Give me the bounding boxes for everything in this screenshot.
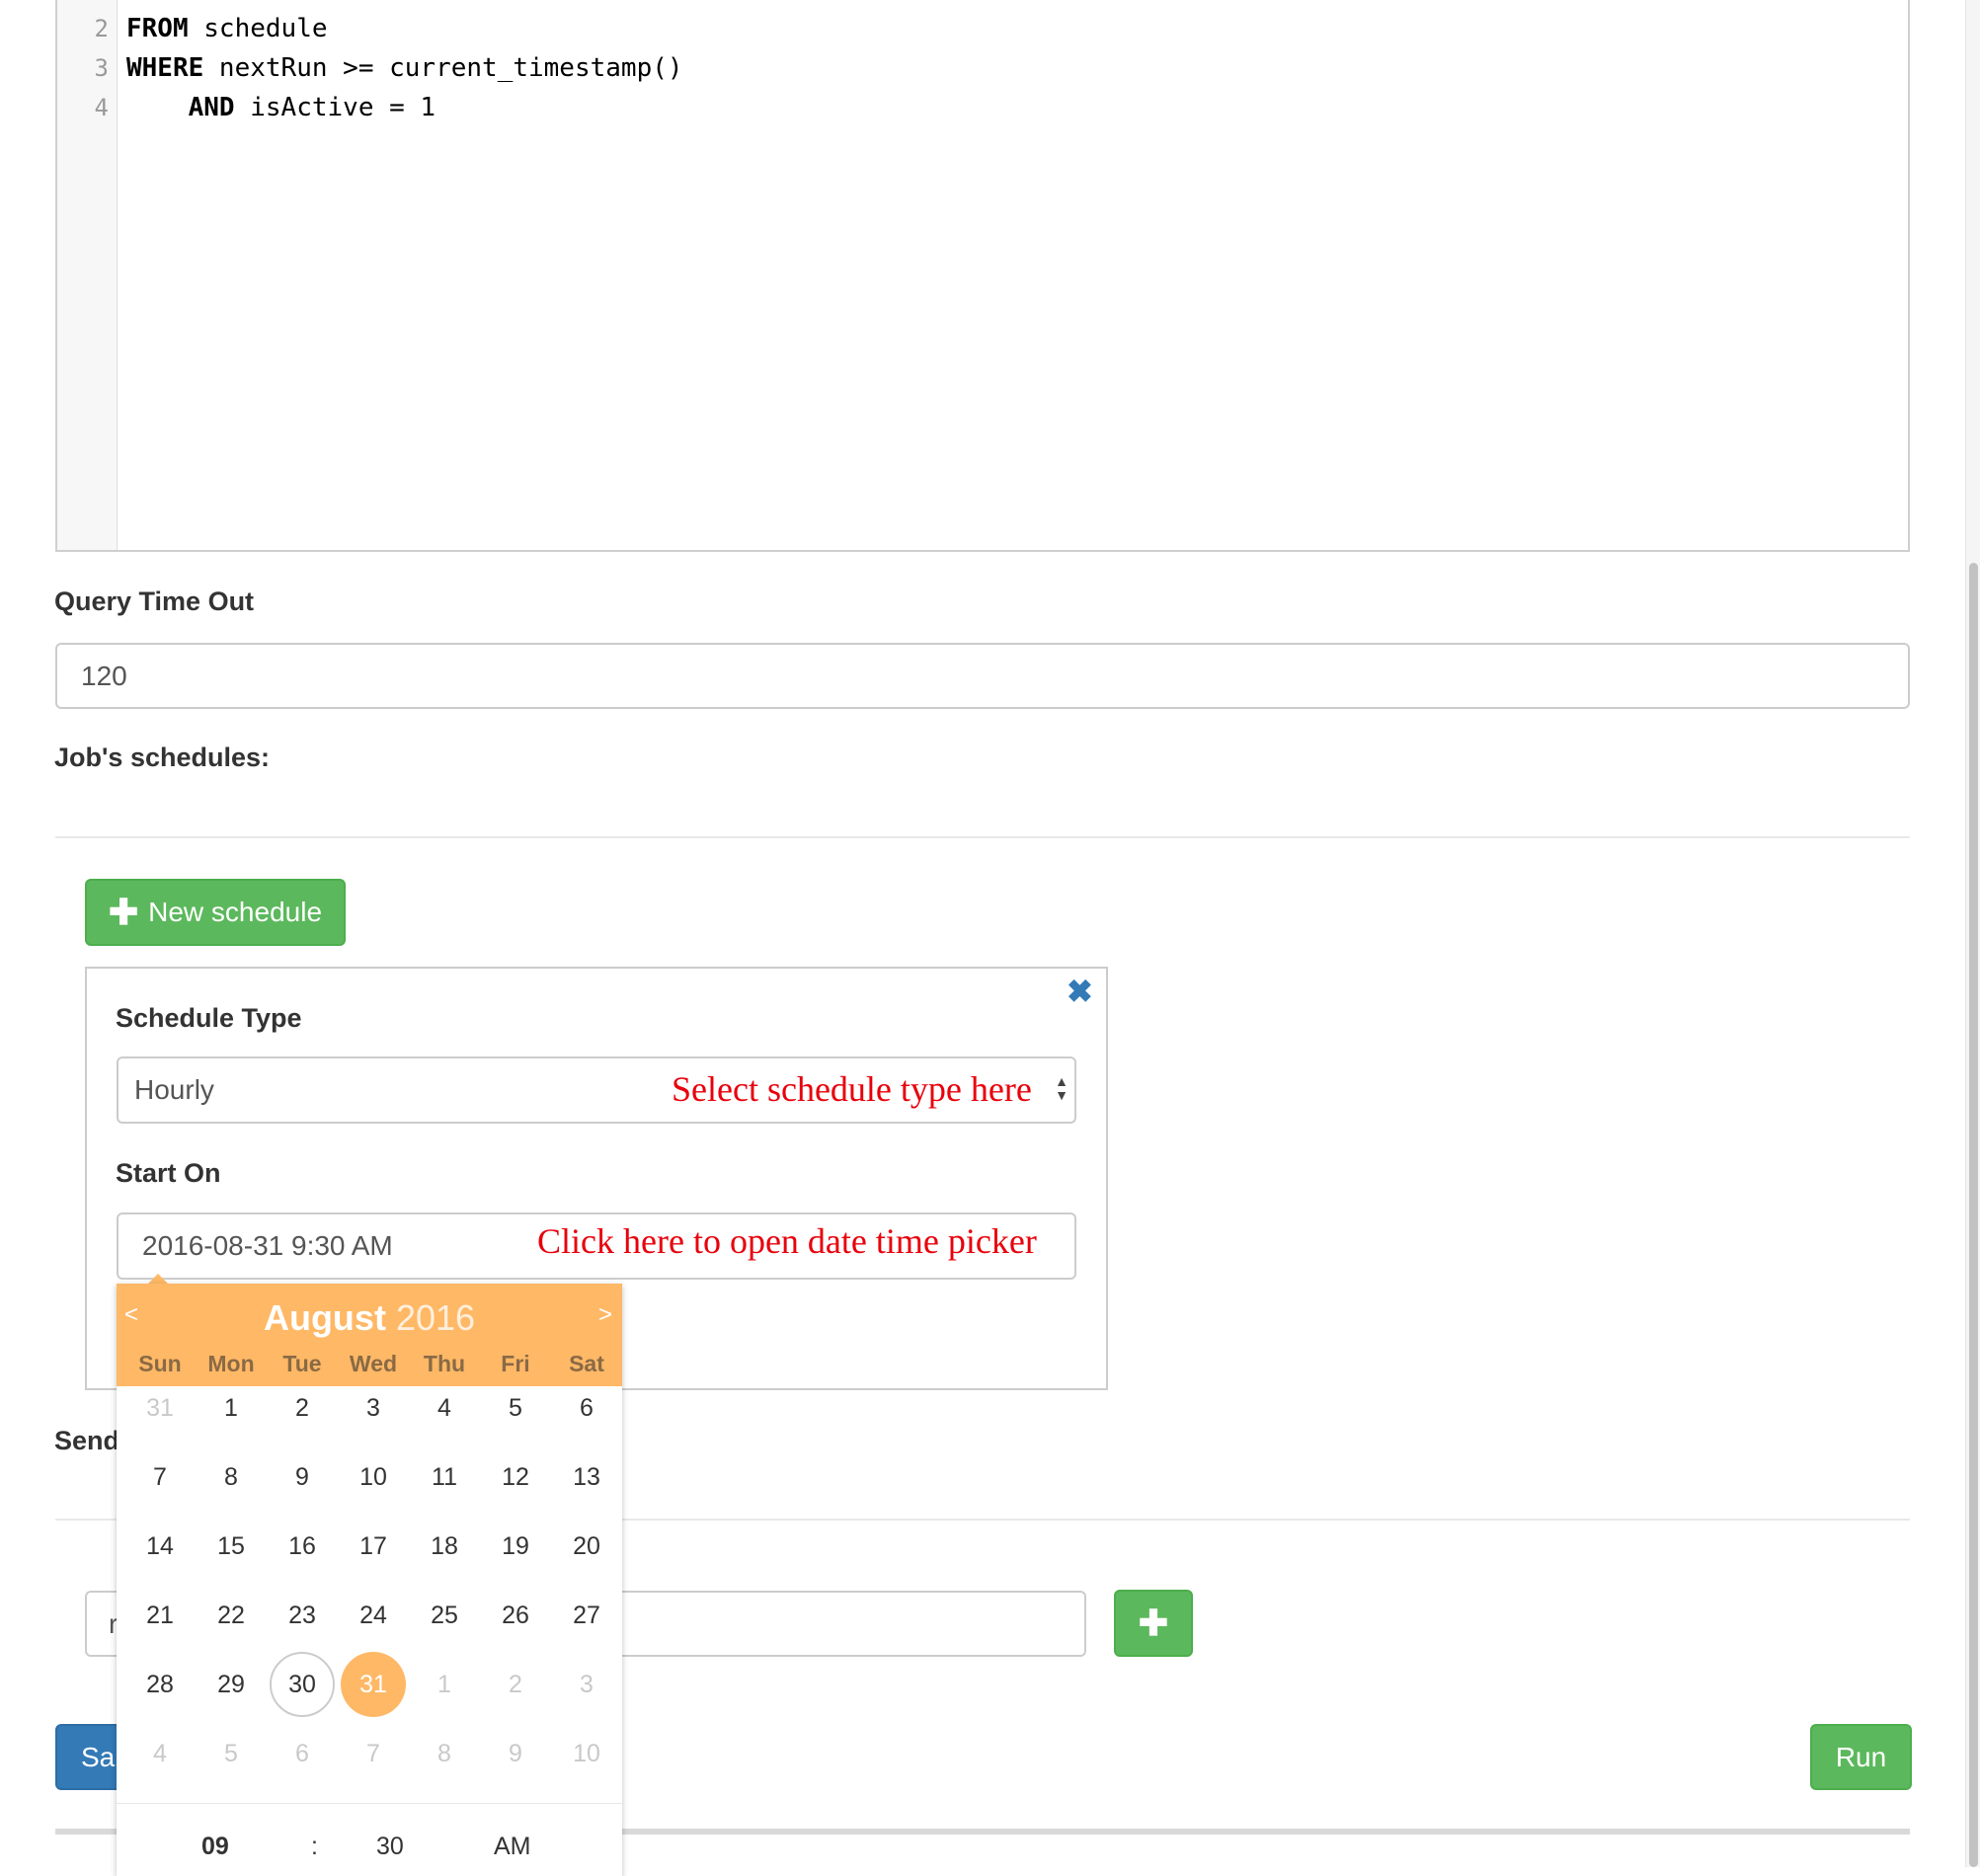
calendar-day[interactable]: 16 <box>270 1514 335 1579</box>
calendar-day[interactable]: 1 <box>198 1375 264 1441</box>
sql-text: nextRun >= current_timestamp() <box>203 53 683 83</box>
weekday-header: Fri <box>501 1351 530 1376</box>
calendar-day[interactable]: 7 <box>127 1445 193 1510</box>
scrollbar-thumb[interactable] <box>1969 563 1978 1867</box>
weekday-header: Thu <box>423 1351 466 1376</box>
query-timeout-label: Query Time Out <box>54 586 255 616</box>
calendar-day[interactable]: 24 <box>341 1583 406 1648</box>
weekday-header: Sun <box>138 1351 182 1376</box>
calendar-day[interactable]: 26 <box>483 1583 548 1648</box>
calendar-day[interactable]: 30 <box>270 1652 335 1717</box>
calendar-day[interactable]: 8 <box>412 1721 477 1786</box>
calendar-day[interactable]: 5 <box>198 1721 264 1786</box>
line-number: 2 <box>94 15 109 42</box>
calendar-day[interactable]: 17 <box>341 1514 406 1579</box>
query-timeout-input[interactable]: 120 <box>55 643 1910 709</box>
weekday-header: Sat <box>569 1351 604 1376</box>
sql-text: isActive = 1 <box>234 93 436 122</box>
calendar-day[interactable]: 11 <box>412 1445 477 1510</box>
calendar-day[interactable]: 21 <box>127 1583 193 1648</box>
run-button[interactable]: Run <box>1810 1724 1912 1790</box>
calendar-day[interactable]: 3 <box>341 1375 406 1441</box>
schedules-label: Job's schedules: <box>54 743 270 772</box>
calendar-day[interactable]: 10 <box>554 1721 619 1786</box>
calendar-day[interactable]: 4 <box>412 1375 477 1441</box>
calendar-day[interactable]: 1 <box>412 1652 477 1717</box>
calendar-day[interactable]: 29 <box>198 1652 264 1717</box>
calendar-day[interactable]: 4 <box>127 1721 193 1786</box>
calendar-day[interactable]: 31 <box>127 1375 193 1441</box>
weekday-header: Mon <box>207 1351 255 1376</box>
calendar-day[interactable]: 27 <box>554 1583 619 1648</box>
calendar-day[interactable]: 12 <box>483 1445 548 1510</box>
weekday-header: Wed <box>349 1351 398 1376</box>
divider <box>55 836 1910 838</box>
datetime-picker: < > August 2016 Sun Mon Tue Wed Thu Fri Sat 31… <box>117 1284 622 1876</box>
calendar-day[interactable]: 10 <box>341 1445 406 1510</box>
sql-keyword: AND <box>188 93 235 122</box>
time-separator: : <box>311 1833 318 1860</box>
calendar-day[interactable]: 2 <box>270 1375 335 1441</box>
code-line: 4 AND isActive = 1 <box>57 88 436 127</box>
calendar-day[interactable]: 3 <box>554 1652 619 1717</box>
plus-icon: ✚ <box>1138 1602 1169 1643</box>
calendar-day[interactable]: 19 <box>483 1514 548 1579</box>
calendar-day[interactable]: 5 <box>483 1375 548 1441</box>
schedule-type-value: Hourly <box>134 1074 214 1105</box>
calendar-day[interactable]: 15 <box>198 1514 264 1579</box>
calendar-day[interactable]: 2 <box>483 1652 548 1717</box>
calendar-day[interactable]: 8 <box>198 1445 264 1510</box>
code-line: 3 WHERE nextRun >= current_timestamp() <box>57 48 683 88</box>
new-schedule-button[interactable]: ✚ New schedule <box>85 879 346 946</box>
calendar-day[interactable]: 31 <box>341 1652 406 1717</box>
hour-value[interactable]: 09 <box>201 1833 229 1861</box>
start-on-annotation: Click here to open date time picker <box>537 1221 1037 1261</box>
calendar-day[interactable]: 22 <box>198 1583 264 1648</box>
weekday-header: Tue <box>282 1351 322 1376</box>
sql-editor[interactable]: 2 FROM schedule 3 WHERE nextRun >= current… <box>55 0 1910 552</box>
select-arrows-icon: ▲ ▼ <box>1055 1073 1069 1103</box>
calendar-day[interactable]: 13 <box>554 1445 619 1510</box>
calendar-day[interactable]: 23 <box>270 1583 335 1648</box>
sql-keyword: FROM <box>126 14 189 43</box>
calendar-day[interactable]: 14 <box>127 1514 193 1579</box>
calendar-day[interactable]: 20 <box>554 1514 619 1579</box>
calendar-day[interactable]: 6 <box>554 1375 619 1441</box>
code-line: 2 FROM schedule <box>57 9 328 48</box>
new-schedule-label: New schedule <box>148 897 323 927</box>
calendar-day[interactable]: 18 <box>412 1514 477 1579</box>
calendar-day[interactable]: 28 <box>127 1652 193 1717</box>
minute-value[interactable]: 30 <box>376 1833 404 1861</box>
send-label: Send <box>54 1426 120 1455</box>
calendar-day[interactable]: 6 <box>270 1721 335 1786</box>
ampm-value[interactable]: AM <box>494 1833 531 1861</box>
picker-title[interactable]: August 2016 <box>117 1297 622 1339</box>
close-icon[interactable]: ✖ <box>1067 973 1093 1010</box>
start-on-label: Start On <box>116 1158 221 1188</box>
picker-year: 2016 <box>395 1297 476 1338</box>
add-recipient-button[interactable]: ✚ <box>1114 1590 1193 1657</box>
sql-keyword: WHERE <box>126 53 204 83</box>
plus-icon: ✚ <box>108 892 139 932</box>
line-number: 4 <box>94 94 109 121</box>
calendar-day[interactable]: 7 <box>341 1721 406 1786</box>
picker-caret <box>148 1274 168 1284</box>
calendar-day[interactable]: 9 <box>483 1721 548 1786</box>
sql-text: schedule <box>188 14 328 43</box>
picker-divider <box>117 1803 622 1804</box>
calendar-day[interactable]: 9 <box>270 1445 335 1510</box>
picker-month: August <box>263 1297 386 1338</box>
schedule-type-label: Schedule Type <box>116 1003 302 1033</box>
calendar-day[interactable]: 25 <box>412 1583 477 1648</box>
schedule-type-annotation: Select schedule type here <box>672 1069 1032 1109</box>
line-number: 3 <box>94 54 109 82</box>
